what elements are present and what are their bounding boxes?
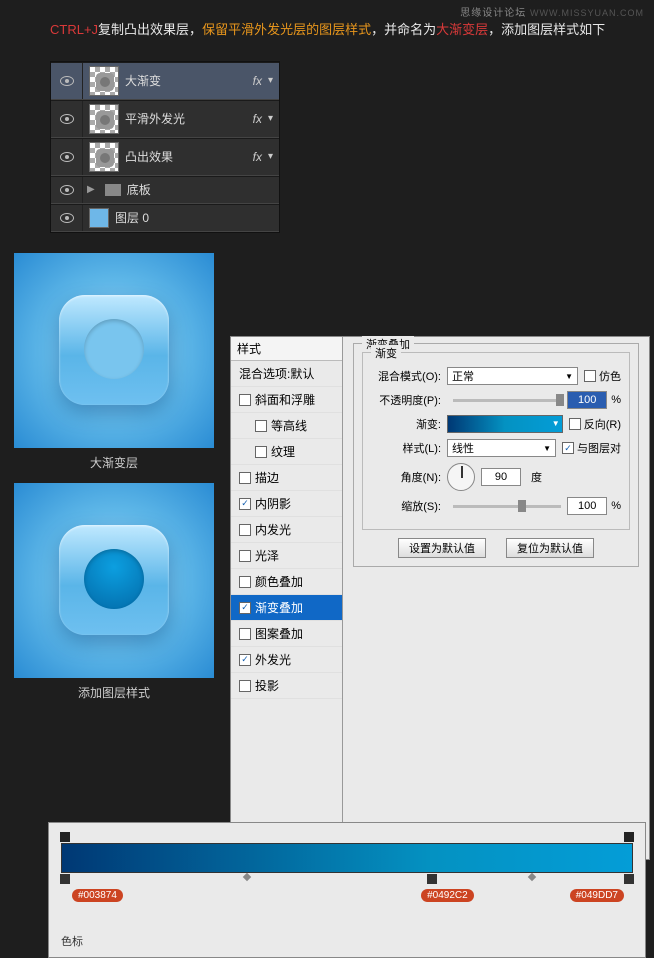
style-drop-shadow[interactable]: 投影 — [231, 673, 342, 699]
eye-icon[interactable] — [60, 76, 74, 86]
label-style: 样式(L): — [371, 440, 441, 456]
label-blend-mode: 混合模式(O): — [371, 368, 441, 384]
btn-reset-default[interactable]: 复位为默认值 — [506, 538, 594, 558]
checkbox[interactable] — [239, 602, 251, 614]
layer-label: 大渐变 — [125, 72, 253, 89]
layers-panel: 大渐变 fx ▾ 平滑外发光 fx ▾ 凸出效果 fx ▾ ▶ 底板 图层 0 — [50, 61, 280, 233]
chevron-right-icon[interactable]: ▶ — [87, 184, 95, 195]
checkbox[interactable] — [239, 628, 251, 640]
layer-label: 平滑外发光 — [125, 110, 253, 127]
preview-after — [14, 483, 214, 678]
style-inner-glow[interactable]: 内发光 — [231, 517, 342, 543]
opacity-stop[interactable] — [624, 832, 634, 842]
style-texture[interactable]: 纹理 — [231, 439, 342, 465]
checkbox[interactable] — [239, 576, 251, 588]
scale-slider[interactable] — [453, 505, 561, 508]
layer-row[interactable]: 平滑外发光 fx ▾ — [51, 100, 279, 138]
style-bevel[interactable]: 斜面和浮雕 — [231, 387, 342, 413]
eye-icon[interactable] — [60, 152, 74, 162]
scale-value[interactable]: 100 — [567, 497, 607, 515]
style-combo[interactable]: 线性▼ — [447, 439, 556, 457]
preview-caption: 添加图层样式 — [14, 684, 214, 701]
gradient-editor: #003874 #0492C2 #049DD7 色标 — [48, 822, 646, 958]
style-stroke[interactable]: 描边 — [231, 465, 342, 491]
layer-thumb[interactable] — [89, 104, 119, 134]
style-blend-options[interactable]: 混合选项:默认 — [231, 361, 342, 387]
chevron-down-icon: ▼ — [543, 444, 551, 453]
layer-row-selected[interactable]: 大渐变 fx ▾ — [51, 62, 279, 100]
checkbox-dither[interactable] — [584, 370, 596, 382]
angle-dial[interactable] — [447, 463, 475, 491]
styles-list: 样式 混合选项:默认 斜面和浮雕 等高线 纹理 描边 内阴影 内发光 光泽 颜色… — [231, 337, 343, 859]
eye-icon[interactable] — [60, 213, 74, 223]
label-scale: 缩放(S): — [371, 498, 441, 514]
eye-icon[interactable] — [60, 114, 74, 124]
styles-header: 样式 — [231, 337, 342, 361]
layer-thumb[interactable] — [89, 208, 109, 228]
layer-thumb[interactable] — [89, 66, 119, 96]
watermark-text: 思缘设计论坛 WWW.MISSYUAN.COM — [460, 4, 644, 19]
angle-value[interactable]: 90 — [481, 468, 521, 486]
opacity-slider[interactable] — [453, 399, 561, 402]
checkbox[interactable] — [255, 446, 267, 458]
layer-row[interactable]: 凸出效果 fx ▾ — [51, 138, 279, 176]
checkbox[interactable] — [255, 420, 267, 432]
layer-row-folder[interactable]: ▶ 底板 — [51, 176, 279, 204]
gradient-swatch[interactable]: ▼ — [447, 415, 563, 433]
fieldset-title: 渐变 — [371, 345, 401, 361]
style-contour[interactable]: 等高线 — [231, 413, 342, 439]
color-label: #003874 — [72, 889, 123, 902]
checkbox[interactable] — [239, 394, 251, 406]
color-stop[interactable] — [624, 874, 634, 884]
eye-icon[interactable] — [60, 185, 74, 195]
color-label: #0492C2 — [421, 889, 474, 902]
checkbox-align[interactable] — [562, 442, 574, 454]
style-outer-glow[interactable]: 外发光 — [231, 647, 342, 673]
checkbox[interactable] — [239, 472, 251, 484]
fx-indicator[interactable]: fx — [253, 74, 262, 88]
style-inner-shadow[interactable]: 内阴影 — [231, 491, 342, 517]
style-gradient-overlay[interactable]: 渐变叠加 — [231, 595, 342, 621]
fx-indicator[interactable]: fx — [253, 150, 262, 164]
layer-style-dialog: 样式 混合选项:默认 斜面和浮雕 等高线 纹理 描边 内阴影 内发光 光泽 颜色… — [230, 336, 650, 860]
settings-panel: 渐变叠加 渐变 混合模式(O): 正常▼ 仿色 不透明度(P): 100 % — [343, 337, 649, 585]
preview-before — [14, 253, 214, 448]
chevron-down-icon[interactable]: ▾ — [268, 113, 273, 124]
stops-label: 色标 — [61, 933, 633, 949]
checkbox[interactable] — [239, 524, 251, 536]
folder-icon — [105, 184, 121, 196]
checkbox-reverse[interactable] — [569, 418, 581, 430]
layer-label: 凸出效果 — [125, 148, 253, 165]
style-pattern-overlay[interactable]: 图案叠加 — [231, 621, 342, 647]
fx-indicator[interactable]: fx — [253, 112, 262, 126]
checkbox[interactable] — [239, 680, 251, 692]
color-label: #049DD7 — [570, 889, 624, 902]
label-opacity: 不透明度(P): — [371, 392, 441, 408]
blend-mode-combo[interactable]: 正常▼ — [447, 367, 578, 385]
opacity-stop[interactable] — [60, 832, 70, 842]
opacity-value[interactable]: 100 — [567, 391, 607, 409]
label-angle: 角度(N): — [371, 469, 441, 485]
layer-label: 底板 — [127, 181, 279, 198]
chevron-down-icon[interactable]: ▾ — [268, 75, 273, 86]
chevron-down-icon: ▼ — [565, 372, 573, 381]
checkbox[interactable] — [239, 654, 251, 666]
gradient-bar[interactable]: #003874 #0492C2 #049DD7 — [61, 843, 633, 873]
color-stop[interactable] — [60, 874, 70, 884]
btn-set-default[interactable]: 设置为默认值 — [398, 538, 486, 558]
style-satin[interactable]: 光泽 — [231, 543, 342, 569]
color-stop[interactable] — [427, 874, 437, 884]
layer-row[interactable]: 图层 0 — [51, 204, 279, 232]
style-color-overlay[interactable]: 颜色叠加 — [231, 569, 342, 595]
checkbox[interactable] — [239, 550, 251, 562]
label-gradient: 渐变: — [371, 416, 441, 432]
preview-caption: 大渐变层 — [14, 454, 214, 471]
checkbox[interactable] — [239, 498, 251, 510]
chevron-down-icon: ▼ — [552, 419, 560, 428]
chevron-down-icon[interactable]: ▾ — [268, 151, 273, 162]
layer-label: 图层 0 — [115, 209, 279, 226]
layer-thumb[interactable] — [89, 142, 119, 172]
